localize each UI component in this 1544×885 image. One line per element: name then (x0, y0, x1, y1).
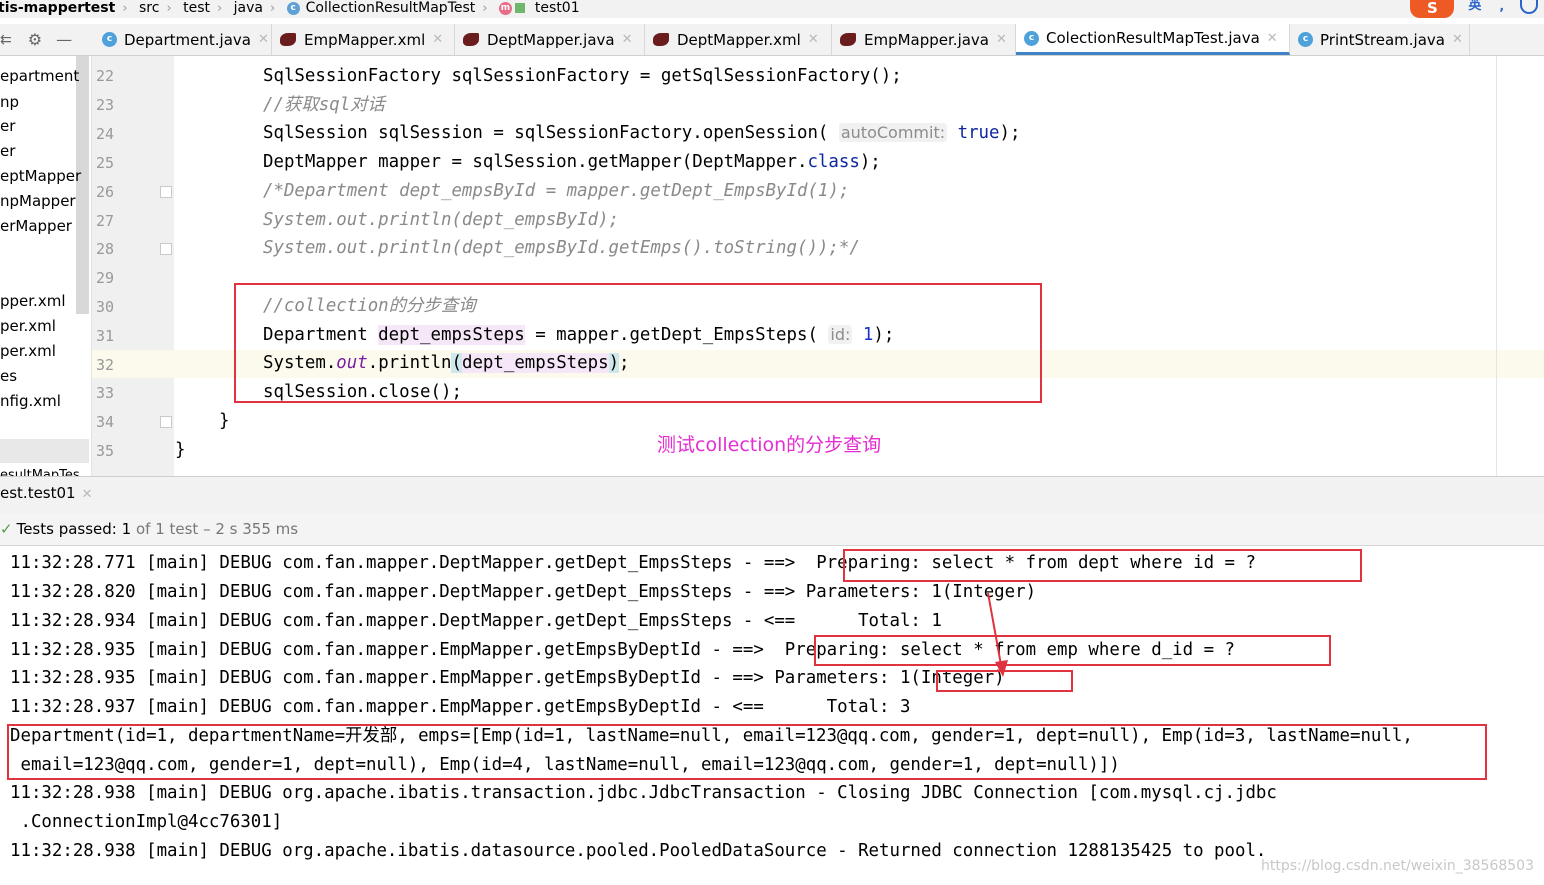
watermark: https://blog.csdn.net/weixin_38568503 (1260, 858, 1534, 874)
arrow-line (987, 592, 1002, 666)
annotation-arrow (987, 592, 1008, 677)
arrow-head (995, 660, 1008, 677)
